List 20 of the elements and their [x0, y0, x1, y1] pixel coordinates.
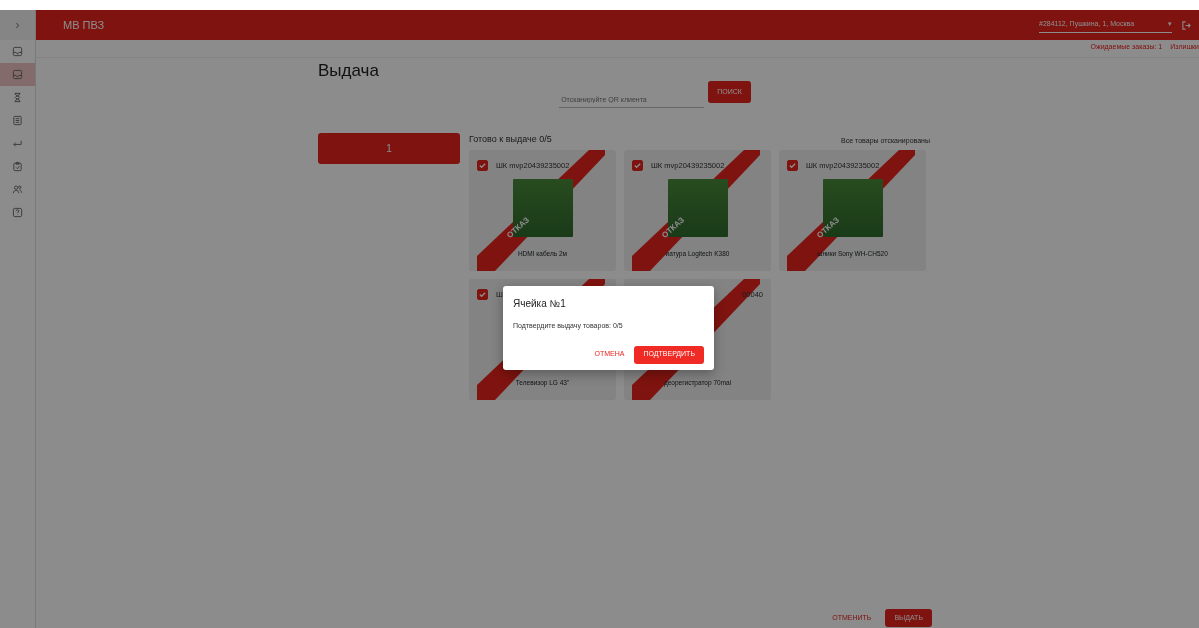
sidebar-item[interactable]: [0, 63, 35, 86]
cell-button[interactable]: 1: [318, 133, 460, 165]
inbox-icon: [12, 69, 23, 80]
inbox-icon: [12, 46, 23, 57]
page-title: Выдача: [318, 60, 380, 81]
sidebar-toggle[interactable]: ›: [0, 10, 35, 40]
return-arrow-icon: [12, 138, 23, 149]
ready-count: Готово к выдаче 0/5: [469, 133, 552, 147]
logout-icon[interactable]: [1182, 20, 1191, 30]
item-checkbox[interactable]: [632, 160, 643, 171]
users-icon: [12, 184, 23, 195]
hourglass-icon: [12, 92, 23, 103]
document-icon: [12, 115, 23, 126]
help-icon: [12, 207, 23, 218]
clipboard-icon: [12, 161, 23, 172]
item-checkbox[interactable]: [477, 289, 488, 300]
app-title: МВ ПВЗ: [63, 17, 105, 33]
dialog-title: Ячейка №1: [513, 297, 567, 311]
item-checkbox[interactable]: [787, 160, 798, 171]
item-checkbox[interactable]: [477, 160, 488, 171]
